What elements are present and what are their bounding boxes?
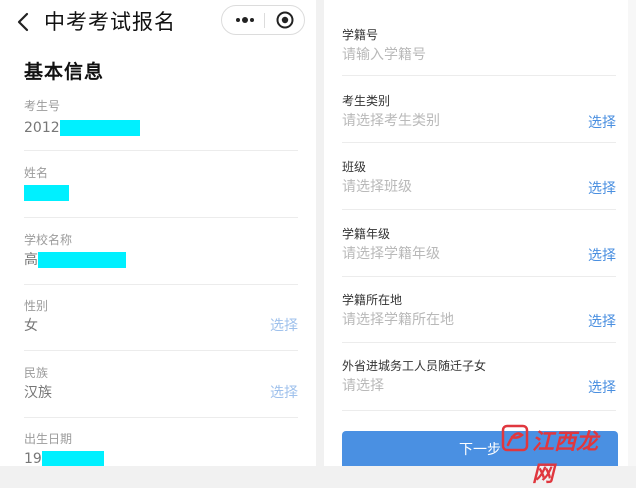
section-title: 基本信息: [24, 61, 105, 83]
ethnicity-field[interactable]: 民族 汉族 选择: [24, 365, 298, 418]
field-placeholder: 请选择学籍所在地: [342, 312, 454, 328]
field-label: 班级: [342, 160, 367, 174]
candidate-category-field[interactable]: 考生类别 请选择考生类别 选择: [342, 93, 616, 143]
field-label: 性别: [24, 299, 49, 313]
watermark-text: 江西龙网: [532, 430, 599, 487]
form-card: 学籍号 请输入学籍号 考生类别 请选择考生类别 选择 班级 请选择班级 选择 学…: [324, 0, 628, 466]
value-text: 19: [24, 451, 42, 466]
field-placeholder: 请选择考生类别: [342, 113, 440, 129]
school-name-field[interactable]: 学校名称 高: [24, 232, 298, 285]
registration-grade-field[interactable]: 学籍年级 请选择学籍年级 选择: [342, 226, 616, 277]
select-location-button[interactable]: 选择: [588, 313, 616, 331]
watermark-logo-icon: [501, 424, 529, 452]
field-value: 2012: [24, 119, 140, 137]
field-value: 高: [24, 251, 126, 269]
field-label: 学校名称: [24, 233, 73, 247]
field-value: 女: [24, 318, 38, 334]
redaction-mask: [38, 252, 126, 268]
gender-field[interactable]: 性别 女 选择: [24, 298, 298, 351]
candidate-number-field[interactable]: 考生号 2012: [24, 98, 298, 151]
ellipsis-icon[interactable]: [228, 6, 262, 34]
field-label: 考生类别: [342, 94, 391, 108]
field-value: 汉族: [24, 385, 52, 401]
nav-bar: 中考考试报名: [0, 0, 316, 44]
site-watermark: 江西龙网: [500, 423, 610, 487]
field-label: 学籍所在地: [342, 293, 403, 307]
student-registration-number-field[interactable]: 学籍号 请输入学籍号: [342, 27, 616, 76]
field-label: 出生日期: [24, 432, 73, 446]
select-category-button[interactable]: 选择: [588, 114, 616, 132]
value-text: 高: [24, 252, 38, 268]
target-icon[interactable]: [269, 6, 301, 34]
name-field[interactable]: 姓名: [24, 165, 298, 218]
select-grade-button[interactable]: 选择: [588, 247, 616, 265]
value-text: 2012: [24, 120, 60, 136]
field-label: 考生号: [24, 99, 61, 113]
capsule-divider: [264, 13, 265, 28]
field-value: 19: [24, 450, 104, 466]
select-migrant-status-button[interactable]: 选择: [588, 379, 616, 397]
field-placeholder: 请选择班级: [342, 179, 412, 195]
field-label: 民族: [24, 366, 49, 380]
field-label: 姓名: [24, 166, 49, 180]
redaction-mask: [24, 185, 69, 201]
field-label: 外省进城务工人员随迁子女: [342, 359, 487, 373]
select-ethnicity-button[interactable]: 选择: [270, 384, 298, 402]
basic-info-panel: 中考考试报名 基本信息 考生号 2012 姓名 学校名称 高 性别 女 选择 民…: [0, 0, 316, 466]
birth-date-field[interactable]: 出生日期 19: [24, 431, 298, 466]
page-title: 中考考试报名: [44, 10, 176, 34]
field-value: [24, 184, 69, 202]
registration-number-input[interactable]: 请输入学籍号: [342, 46, 426, 64]
field-label: 学籍年级: [342, 227, 391, 241]
select-class-button[interactable]: 选择: [588, 180, 616, 198]
redaction-mask: [59, 120, 140, 136]
migrant-worker-children-field[interactable]: 外省进城务工人员随迁子女 请选择 选择: [342, 358, 616, 411]
select-gender-button[interactable]: 选择: [270, 317, 298, 335]
redaction-mask: [41, 451, 104, 466]
field-label: 学籍号: [342, 28, 379, 42]
registration-location-field[interactable]: 学籍所在地 请选择学籍所在地 选择: [342, 292, 616, 343]
mini-program-capsule: [221, 5, 305, 35]
field-placeholder: 请选择学籍年级: [342, 246, 440, 262]
chevron-left-icon[interactable]: [16, 11, 30, 33]
class-field[interactable]: 班级 请选择班级 选择: [342, 159, 616, 210]
field-placeholder: 请选择: [342, 378, 384, 394]
school-info-panel: 学籍号 请输入学籍号 考生类别 请选择考生类别 选择 班级 请选择班级 选择 学…: [324, 0, 636, 466]
